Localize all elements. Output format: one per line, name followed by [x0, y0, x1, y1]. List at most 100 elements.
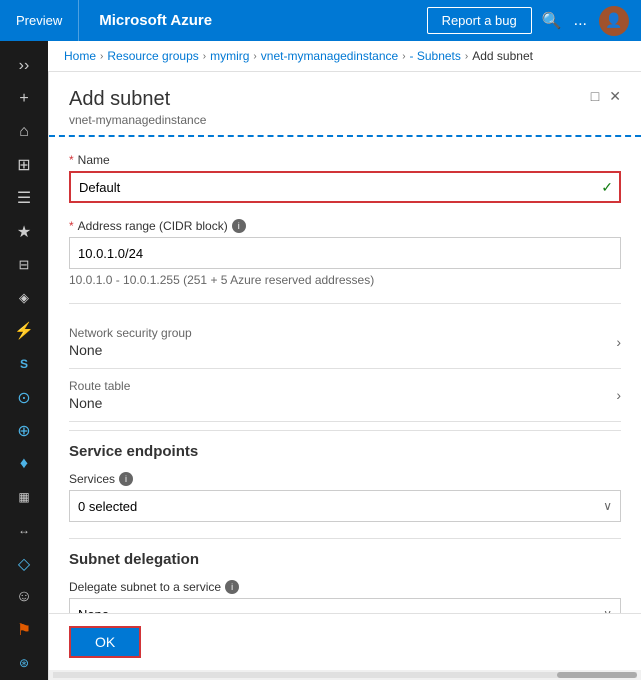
- panel-title: Add subnet vnet-mymanagedinstance: [69, 88, 206, 127]
- divider-3: [69, 538, 621, 539]
- subnet-delegation-section: Subnet delegation Delegate subnet to a s…: [69, 551, 621, 613]
- flag-icon: ⚑: [17, 620, 31, 640]
- sidebar-item-user[interactable]: ☺: [0, 580, 48, 613]
- sidebar-item-expand[interactable]: › ›: [0, 49, 48, 82]
- nsg-value: None: [69, 342, 192, 358]
- nsg-info: Network security group None: [69, 326, 192, 358]
- breadcrumb-sep-1: ›: [100, 51, 103, 62]
- name-label-text: Name: [78, 153, 110, 167]
- close-icon[interactable]: ✕: [609, 88, 621, 105]
- lightning-icon: ⚡: [14, 321, 34, 341]
- breadcrumb-add-subnet: Add subnet: [472, 49, 533, 63]
- avatar[interactable]: 👤: [599, 6, 629, 36]
- shield-icon: ⊛: [19, 656, 29, 670]
- sidebar-item-peering[interactable]: ↔: [0, 514, 48, 547]
- check-icon: ✓: [601, 179, 613, 196]
- panel-subtitle: vnet-mymanagedinstance: [69, 113, 206, 127]
- address-info-icon[interactable]: i: [232, 219, 246, 233]
- panel-body: * Name ✓ * Address range (CIDR block) i: [49, 137, 641, 613]
- subnet-delegation-heading: Subnet delegation: [69, 551, 621, 568]
- route-table-value: None: [69, 395, 130, 411]
- route-table-label: Route table: [69, 379, 130, 393]
- more-icon[interactable]: ...: [574, 12, 587, 30]
- panel-header: Add subnet vnet-mymanagedinstance □ ✕: [49, 72, 641, 137]
- sidebar-item-diamond[interactable]: ◇: [0, 547, 48, 580]
- sidebar-item-kubernetes[interactable]: ♦: [0, 447, 48, 480]
- cosmos-icon: ⊙: [17, 388, 30, 408]
- panel-title-text: Add subnet: [69, 88, 206, 111]
- panel-header-icons: □ ✕: [591, 88, 621, 105]
- breadcrumb-home[interactable]: Home: [64, 49, 96, 63]
- breadcrumb-resource-groups[interactable]: Resource groups: [107, 49, 198, 63]
- sidebar-item-cosmos[interactable]: ⊙: [0, 381, 48, 414]
- breadcrumb: Home › Resource groups › mymirg › vnet-m…: [48, 41, 641, 72]
- sql-icon: S: [20, 357, 28, 371]
- address-label: * Address range (CIDR block) i: [69, 219, 621, 233]
- panel-title-row: Add subnet vnet-mymanagedinstance □ ✕: [69, 88, 621, 127]
- sidebar-item-security[interactable]: ⊛: [0, 647, 48, 680]
- top-bar: Preview Microsoft Azure Report a bug 🔍 .…: [0, 0, 641, 41]
- delegate-dropdown[interactable]: None ∨: [69, 598, 621, 613]
- nsg-chevron-icon: ›: [616, 334, 621, 350]
- services-value: 0 selected: [78, 499, 137, 514]
- scrollbar-thumb[interactable]: [557, 672, 637, 678]
- breadcrumb-vnet[interactable]: vnet-mymanagedinstance: [261, 49, 398, 63]
- top-bar-icons: 🔍 ... 👤: [542, 6, 641, 36]
- route-table-chevron-icon: ›: [616, 387, 621, 403]
- search-icon[interactable]: 🔍: [542, 11, 562, 31]
- breadcrumb-mymirg[interactable]: mymirg: [210, 49, 249, 63]
- scrollbar-area[interactable]: [49, 670, 641, 680]
- sidebar-item-vnets[interactable]: ◈: [0, 281, 48, 314]
- name-input-wrapper: ✓: [69, 171, 621, 203]
- peering-icon: ↔: [18, 523, 30, 537]
- address-range-section: * Address range (CIDR block) i 10.0.1.0 …: [69, 219, 621, 287]
- scrollbar-track[interactable]: [53, 672, 637, 678]
- sidebar-item-all-services[interactable]: ☰: [0, 182, 48, 215]
- sidebar-item-storage[interactable]: ▦: [0, 481, 48, 514]
- sidebar: › › + ⌂ ⊞ ☰ ★ ⊟ ◈ ⚡ S ⊙: [0, 41, 48, 680]
- resize-icon[interactable]: □: [591, 88, 599, 105]
- monitor-icon: ⊕: [17, 421, 30, 441]
- nsg-label: Network security group: [69, 326, 192, 340]
- sidebar-item-flags[interactable]: ⚑: [0, 613, 48, 646]
- plus-icon: +: [19, 90, 28, 108]
- sidebar-item-resource-groups[interactable]: ⊟: [0, 248, 48, 281]
- storage-icon: ▦: [18, 490, 29, 504]
- address-hint: 10.0.1.0 - 10.0.1.255 (251 + 5 Azure res…: [69, 273, 621, 287]
- delegate-label-text: Delegate subnet to a service: [69, 580, 221, 594]
- avatar-icon: 👤: [605, 12, 622, 29]
- panel-footer: OK: [49, 613, 641, 670]
- services-info-icon[interactable]: i: [119, 472, 133, 486]
- services-chevron-icon: ∨: [603, 499, 612, 513]
- app-title: Microsoft Azure: [79, 12, 426, 29]
- diamond-icon: ◇: [18, 554, 30, 574]
- service-endpoints-section: Service endpoints Services i 0 selected …: [69, 443, 621, 522]
- ok-button[interactable]: OK: [69, 626, 141, 658]
- sidebar-item-home[interactable]: ⌂: [0, 115, 48, 148]
- sidebar-item-lightning[interactable]: ⚡: [0, 315, 48, 348]
- divider-1: [69, 303, 621, 304]
- content-area: Home › Resource groups › mymirg › vnet-m…: [48, 41, 641, 680]
- name-section: * Name ✓: [69, 153, 621, 203]
- nsg-row[interactable]: Network security group None ›: [69, 316, 621, 369]
- sidebar-item-sql[interactable]: S: [0, 348, 48, 381]
- address-input[interactable]: [69, 237, 621, 269]
- sidebar-item-favorites[interactable]: ★: [0, 215, 48, 248]
- sidebar-item-monitor[interactable]: ⊕: [0, 414, 48, 447]
- breadcrumb-subnets[interactable]: - Subnets: [410, 49, 461, 63]
- name-input[interactable]: [69, 171, 621, 203]
- name-required-star: *: [69, 153, 74, 167]
- breadcrumb-sep-5: ›: [465, 51, 468, 62]
- home-icon: ⌂: [19, 123, 29, 141]
- services-label-row: Services i: [69, 472, 621, 486]
- route-table-row[interactable]: Route table None ›: [69, 369, 621, 422]
- main-layout: › › + ⌂ ⊞ ☰ ★ ⊟ ◈ ⚡ S ⊙: [0, 41, 641, 680]
- report-bug-button[interactable]: Report a bug: [427, 7, 532, 34]
- sidebar-item-dashboard[interactable]: ⊞: [0, 149, 48, 182]
- divider-2: [69, 430, 621, 431]
- user-face-icon: ☺: [16, 588, 32, 606]
- preview-tab[interactable]: Preview: [0, 0, 79, 41]
- services-dropdown[interactable]: 0 selected ∨: [69, 490, 621, 522]
- delegate-info-icon[interactable]: i: [225, 580, 239, 594]
- sidebar-item-create[interactable]: +: [0, 82, 48, 115]
